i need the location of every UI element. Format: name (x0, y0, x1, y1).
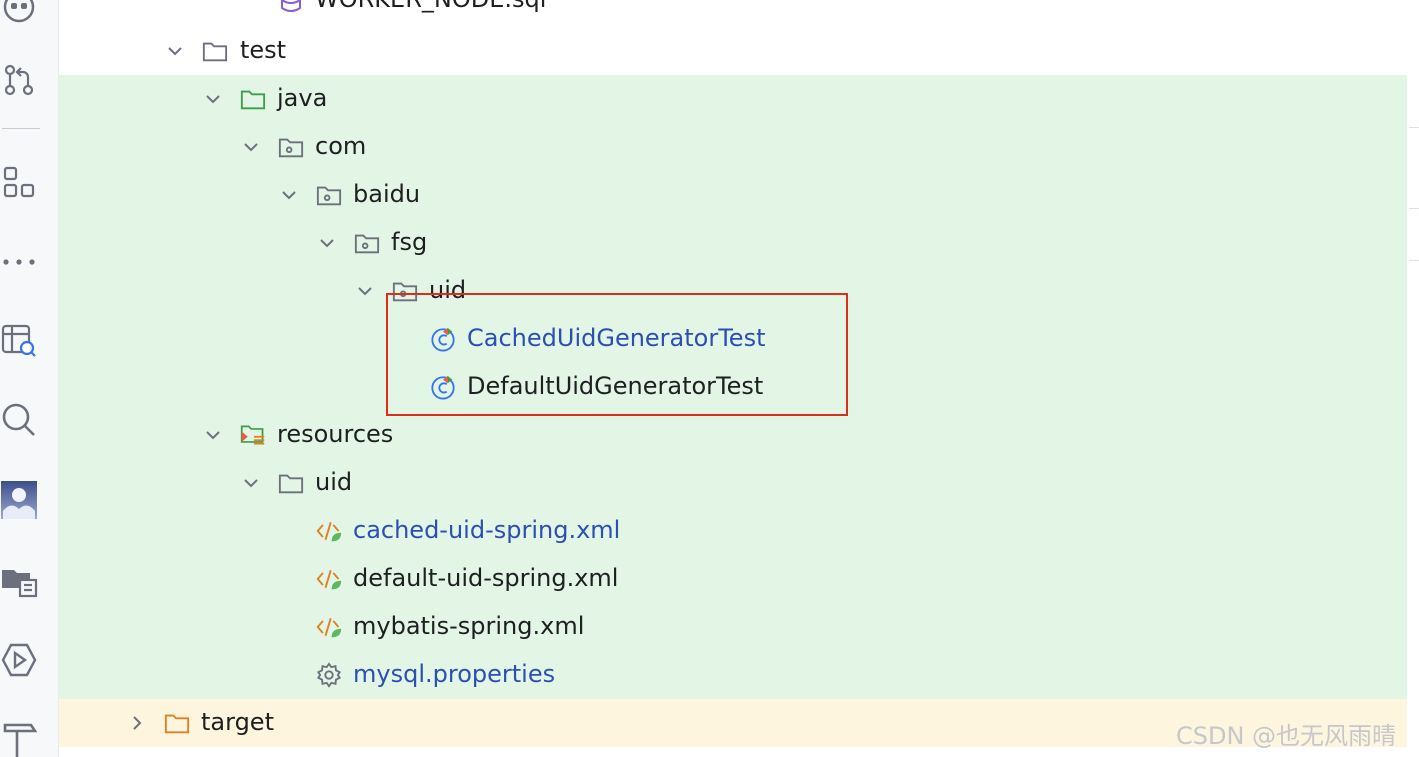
tree-item-label: baidu (353, 180, 421, 208)
tree-row-mysql-properties[interactable]: mysql.properties (59, 651, 1407, 699)
vertical-scrollbar-track[interactable] (1407, 0, 1419, 757)
excluded-folder-icon (164, 710, 190, 736)
tree-item-label: mysql.properties (353, 660, 556, 688)
more-tools-icon[interactable] (0, 243, 38, 281)
tool-window-bar (0, 0, 59, 757)
properties-gear-icon (316, 662, 342, 688)
tree-item-label: uid (429, 276, 467, 304)
avatar-image-icon[interactable] (0, 481, 38, 519)
tree-row-default-uid-spring-xml[interactable]: default-uid-spring.xml (59, 555, 1407, 603)
database-explorer-icon[interactable] (0, 321, 38, 359)
chevron-down-icon[interactable] (203, 89, 223, 109)
tree-item-label: CachedUidGeneratorTest (467, 324, 766, 352)
build-hammer-icon[interactable] (0, 719, 38, 757)
tree-item-label: resources (277, 420, 394, 448)
tree-item-label: cached-uid-spring.xml (353, 516, 621, 544)
tree-item-label: test (240, 36, 287, 64)
chevron-down-icon[interactable] (355, 281, 375, 301)
package-icon (392, 278, 418, 304)
tree-item-label: java (277, 84, 328, 112)
tree-row-uid-package[interactable]: uid (59, 267, 1407, 315)
chevron-down-icon[interactable] (241, 137, 261, 157)
project-tree: WORKER_NODE.sql test java com (59, 0, 1407, 757)
spring-xml-icon (316, 518, 342, 544)
tree-item-label: target (201, 708, 274, 736)
tree-item-label: com (315, 132, 367, 160)
search-icon[interactable] (0, 401, 38, 439)
package-icon (354, 230, 380, 256)
database-file-icon (278, 0, 304, 13)
test-class-icon (430, 374, 456, 400)
test-resources-folder-icon (240, 422, 266, 448)
tree-row-com[interactable]: com (59, 123, 1407, 171)
tree-row-default-uid-generator-test[interactable]: DefaultUidGeneratorTest (59, 363, 1407, 411)
tree-item-label: DefaultUidGeneratorTest (467, 372, 764, 400)
structure-icon[interactable] (0, 163, 38, 201)
chevron-right-icon[interactable] (127, 713, 147, 733)
edge-divider (1409, 260, 1419, 261)
tree-item-label: mybatis-spring.xml (353, 612, 585, 640)
folder-icon (278, 470, 304, 496)
bar-separator (2, 128, 40, 129)
tree-row-baidu[interactable]: baidu (59, 171, 1407, 219)
services-icon[interactable] (0, 641, 38, 679)
test-source-folder-icon (240, 86, 266, 112)
package-icon (278, 134, 304, 160)
tree-row-resources[interactable]: resources (59, 411, 1407, 459)
tree-row-worker-node-sql[interactable]: WORKER_NODE.sql (59, 0, 1407, 24)
spring-xml-icon (316, 614, 342, 640)
package-icon (316, 182, 342, 208)
tree-item-label: default-uid-spring.xml (353, 564, 619, 592)
chevron-down-icon[interactable] (317, 233, 337, 253)
copilot-icon[interactable] (0, 0, 38, 26)
test-class-icon (430, 326, 456, 352)
tree-row-cached-uid-generator-test[interactable]: CachedUidGeneratorTest (59, 315, 1407, 363)
chevron-down-icon[interactable] (203, 425, 223, 445)
watermark-text: CSDN @也无风雨晴 (1176, 722, 1397, 750)
tree-row-mybatis-spring-xml[interactable]: mybatis-spring.xml (59, 603, 1407, 651)
tree-item-label: fsg (391, 228, 428, 256)
edge-divider (1409, 208, 1419, 209)
tree-row-uid-folder[interactable]: uid (59, 459, 1407, 507)
edge-divider (1409, 127, 1419, 128)
tree-item-label: WORKER_NODE.sql (315, 0, 546, 14)
project-files-icon[interactable] (0, 561, 38, 599)
tree-row-java[interactable]: java (59, 75, 1407, 123)
tree-row-test[interactable]: test (59, 27, 1407, 75)
tree-row-cached-uid-spring-xml[interactable]: cached-uid-spring.xml (59, 507, 1407, 555)
chevron-down-icon[interactable] (165, 41, 185, 61)
folder-icon (202, 38, 228, 64)
pull-requests-icon[interactable] (0, 61, 38, 99)
spring-xml-icon (316, 566, 342, 592)
chevron-down-icon[interactable] (241, 473, 261, 493)
tree-row-fsg[interactable]: fsg (59, 219, 1407, 267)
chevron-down-icon[interactable] (279, 185, 299, 205)
tree-item-label: uid (315, 468, 353, 496)
